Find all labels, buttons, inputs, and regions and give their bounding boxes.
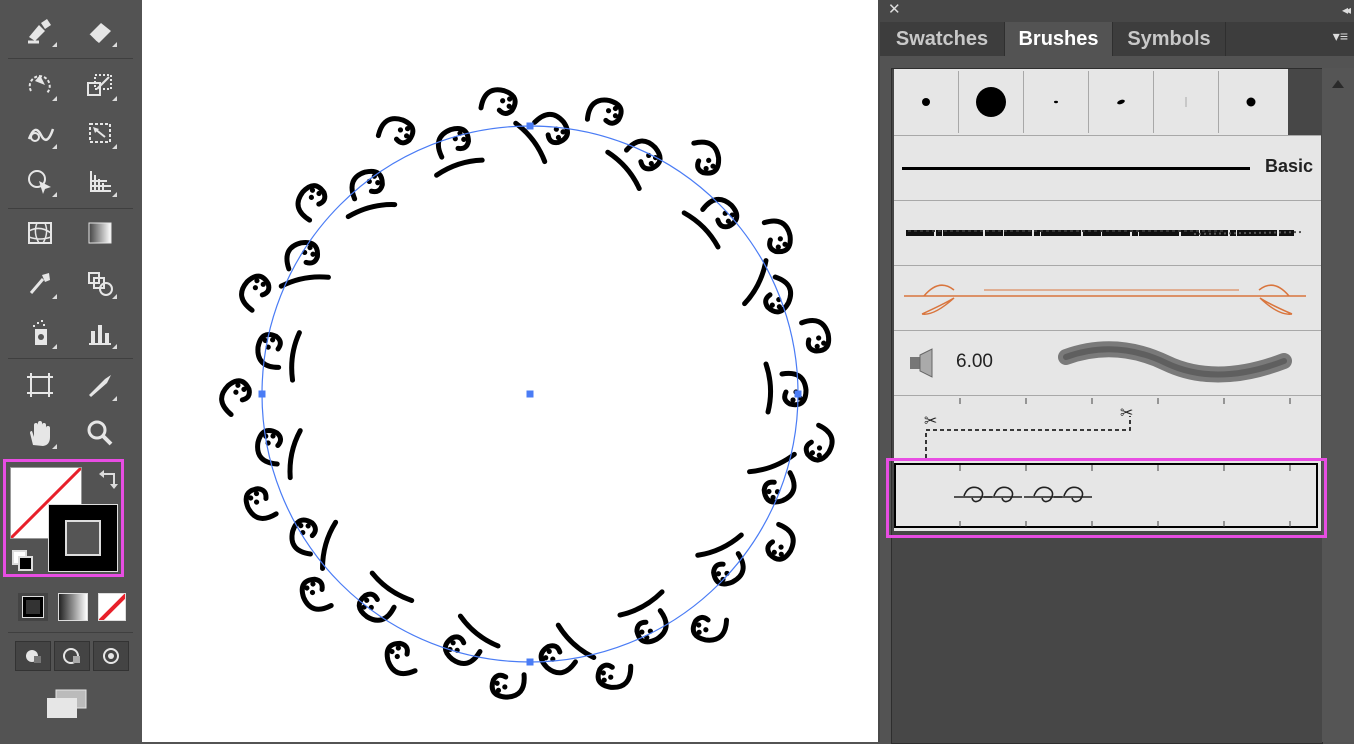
swirl-motif bbox=[299, 576, 334, 612]
none-mode-button[interactable] bbox=[98, 593, 126, 621]
swirl-motif bbox=[799, 318, 832, 354]
swirl-motif bbox=[595, 662, 634, 690]
panel-tab-bar: Swatches Brushes Symbols ▾≡ bbox=[880, 22, 1354, 56]
blend-icon[interactable] bbox=[80, 264, 120, 302]
brush-dashed-pattern[interactable]: ✂ ✂ bbox=[894, 395, 1321, 458]
brush-basic-label: Basic bbox=[1264, 156, 1313, 176]
brushes-panel: ✕ ◂◂ Swatches Brushes Symbols ▾≡ Basic 6… bbox=[880, 0, 1354, 744]
swirl-motif bbox=[747, 451, 797, 505]
selected-brush-highlight bbox=[886, 458, 1327, 538]
brush-list-scrollbar[interactable] bbox=[1322, 68, 1354, 742]
anchor-point[interactable] bbox=[526, 122, 534, 130]
collapse-icon[interactable]: ◂◂ bbox=[1342, 0, 1351, 20]
scale-icon[interactable] bbox=[80, 66, 120, 104]
brush-list: Basic 6.00 ✂ ✂ bbox=[891, 68, 1323, 744]
swirl-motif bbox=[513, 111, 570, 165]
brush-oval[interactable] bbox=[1089, 71, 1154, 133]
shape-builder-icon[interactable] bbox=[20, 162, 60, 200]
default-fill-stroke-icon[interactable] bbox=[12, 550, 33, 571]
swap-fill-stroke-icon[interactable] bbox=[98, 468, 120, 490]
tab-swatches[interactable]: Swatches bbox=[880, 22, 1005, 56]
brush-dot-large[interactable] bbox=[959, 71, 1024, 133]
swirl-motif bbox=[695, 532, 746, 587]
swirl-motif bbox=[690, 614, 730, 643]
brush-bristle[interactable]: 6.00 bbox=[894, 330, 1321, 395]
swirl-motif bbox=[742, 258, 794, 315]
tab-brushes[interactable]: Brushes bbox=[1005, 22, 1113, 56]
swirl-motif bbox=[278, 239, 331, 289]
swirl-motif bbox=[538, 622, 597, 676]
swirl-motif bbox=[384, 640, 418, 677]
swirl-motif bbox=[478, 87, 518, 116]
swirl-motif bbox=[691, 139, 722, 176]
swirl-motif bbox=[442, 613, 501, 667]
slice-icon[interactable] bbox=[80, 366, 120, 404]
rotate-icon[interactable] bbox=[20, 66, 60, 104]
center-point[interactable] bbox=[526, 390, 534, 398]
swirl-motif bbox=[681, 196, 740, 250]
brush-charcoal[interactable] bbox=[894, 200, 1321, 265]
swirl-motif bbox=[219, 378, 252, 418]
anchor-point[interactable] bbox=[526, 658, 534, 666]
swirl-motif bbox=[255, 428, 303, 481]
swirl-motif bbox=[761, 218, 793, 255]
empty-brush-area bbox=[892, 534, 1322, 743]
svg-text:✂: ✂ bbox=[1120, 403, 1133, 422]
brush-art-orange[interactable] bbox=[894, 265, 1321, 330]
brush-dot-small[interactable] bbox=[894, 71, 959, 133]
swirl-motif bbox=[489, 672, 527, 700]
warp-icon[interactable] bbox=[20, 114, 60, 152]
zoom-icon[interactable] bbox=[80, 414, 120, 452]
stroke-swatch[interactable] bbox=[48, 504, 118, 572]
blob-brush-icon[interactable] bbox=[20, 12, 60, 50]
artboard-canvas[interactable] bbox=[142, 0, 878, 742]
bristle-size-value: 6.00 bbox=[956, 351, 993, 372]
draw-inside-button[interactable] bbox=[93, 641, 129, 671]
swirl-motif bbox=[584, 97, 624, 126]
gradient-mode-button[interactable] bbox=[58, 593, 88, 621]
screen-mode-icon[interactable] bbox=[44, 688, 90, 722]
swirl-motif bbox=[375, 116, 416, 146]
swirl-motif bbox=[763, 361, 809, 415]
swirl-motif bbox=[243, 486, 279, 521]
swirl-motif bbox=[617, 589, 669, 645]
anchor-point[interactable] bbox=[258, 390, 266, 398]
gradient-icon[interactable] bbox=[80, 214, 120, 252]
swirl-motif bbox=[356, 570, 415, 623]
close-icon[interactable]: ✕ bbox=[888, 0, 901, 20]
color-mode-button[interactable] bbox=[18, 593, 48, 621]
tab-symbols[interactable]: Symbols bbox=[1113, 22, 1226, 56]
swirl-motif bbox=[239, 273, 272, 313]
tools-panel bbox=[0, 0, 143, 742]
bristle-brush-icon bbox=[910, 348, 933, 378]
symbol-sprayer-icon[interactable] bbox=[20, 314, 60, 352]
swirl-motif bbox=[765, 521, 796, 562]
anchor-point[interactable] bbox=[794, 390, 802, 398]
eraser-icon[interactable] bbox=[80, 12, 120, 50]
column-graph-icon[interactable] bbox=[80, 314, 120, 352]
hand-icon[interactable] bbox=[20, 414, 60, 452]
draw-behind-button[interactable] bbox=[54, 641, 90, 671]
mesh-icon[interactable] bbox=[20, 214, 60, 252]
brush-basic[interactable]: Basic bbox=[894, 135, 1321, 200]
artboard-icon[interactable] bbox=[20, 366, 60, 404]
swirl-motif bbox=[345, 168, 398, 220]
free-transform-icon[interactable] bbox=[80, 114, 120, 152]
swirl-motif bbox=[295, 183, 328, 223]
brush-dot-medium[interactable] bbox=[1219, 71, 1283, 133]
brush-line-faint[interactable] bbox=[1154, 71, 1219, 133]
swirl-motif bbox=[605, 138, 663, 192]
svg-text:✂: ✂ bbox=[924, 411, 937, 430]
brush-dot-tiny[interactable] bbox=[1024, 71, 1089, 133]
swirl-motif bbox=[255, 330, 302, 383]
draw-normal-button[interactable] bbox=[15, 641, 51, 671]
eyedropper-icon[interactable] bbox=[20, 264, 60, 302]
brushed-circle-artwork[interactable] bbox=[142, 0, 878, 742]
perspective-grid-icon[interactable] bbox=[80, 162, 120, 200]
panel-title-bar: ✕ ◂◂ bbox=[880, 0, 1354, 22]
swirl-motif bbox=[803, 422, 835, 463]
panel-menu-icon[interactable]: ▾≡ bbox=[1333, 28, 1348, 45]
